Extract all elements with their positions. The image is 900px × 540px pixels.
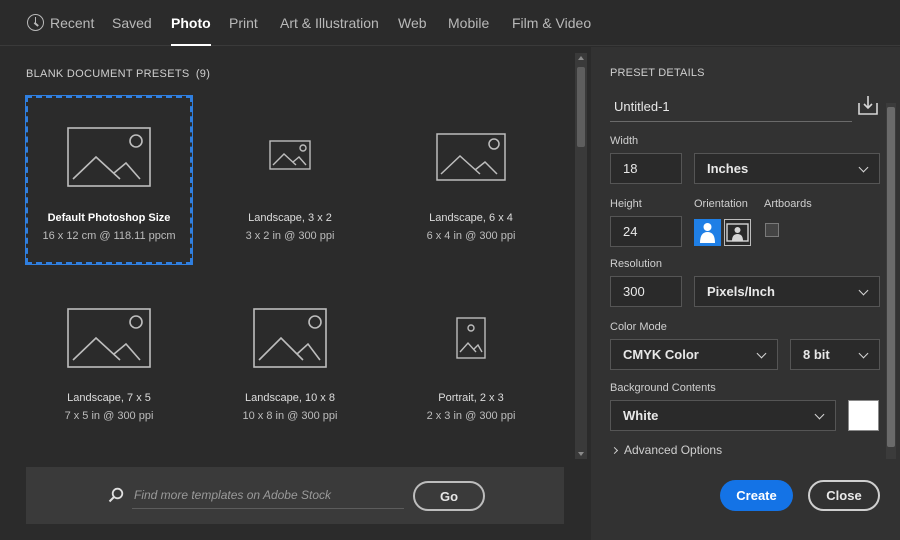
preset-name: Landscape, 3 x 2 [248,212,332,224]
resolution-label: Resolution [610,258,662,270]
tab-saved[interactable]: Saved [112,0,152,46]
bit-depth-value: 8 bit [803,347,830,362]
preset-name: Landscape, 10 x 8 [245,392,335,404]
tab-art-illustration[interactable]: Art & Illustration [280,0,379,46]
preset-name: Portrait, 2 x 3 [438,392,504,404]
save-preset-icon[interactable] [857,94,879,116]
advanced-options-toggle[interactable]: Advanced Options [610,443,723,457]
image-portrait-icon [456,317,486,359]
chevron-right-icon [610,446,619,455]
image-landscape-icon [436,133,506,181]
preset-name: Default Photoshop Size [47,212,171,224]
preset-portrait-2x3[interactable]: Portrait, 2 x 3 2 x 3 in @ 300 ppi [388,279,554,447]
width-input[interactable] [610,153,682,184]
tab-print[interactable]: Print [229,0,258,46]
presets-title: BLANK DOCUMENT PRESETS [26,68,190,80]
stock-search-input[interactable] [132,481,404,509]
preset-dimensions: 10 x 8 in @ 300 ppi [242,410,338,422]
stock-search-bar: Go [26,467,564,524]
category-tabs: Recent Saved Photo Print Art & Illustrat… [0,0,900,46]
width-label: Width [610,135,639,147]
details-scrollbar[interactable] [886,103,896,459]
resolution-unit-select[interactable]: Pixels/Inch [694,276,880,307]
preset-dimensions: 2 x 3 in @ 300 ppi [426,410,516,422]
background-contents-value: White [623,408,659,423]
color-mode-label: Color Mode [610,321,667,333]
document-name-input[interactable] [610,92,852,122]
artboards-label: Artboards [764,198,812,210]
image-landscape-icon [269,140,311,170]
presets-heading: BLANK DOCUMENT PRESETS (9) [26,68,210,80]
background-color-swatch[interactable] [848,400,879,431]
orientation-landscape-button[interactable] [724,219,751,246]
presets-scrollbar[interactable] [575,53,587,459]
preset-dimensions: 6 x 4 in @ 300 ppi [426,230,516,242]
clock-icon [27,14,44,31]
scroll-up-arrow-icon[interactable] [578,56,584,60]
preset-dimensions: 7 x 5 in @ 300 ppi [64,410,154,422]
resolution-unit-value: Pixels/Inch [707,284,775,299]
advanced-options-label: Advanced Options [624,443,723,457]
preset-details-panel: PRESET DETAILS Width Inches Height Orien… [591,47,900,540]
height-label: Height [610,198,642,210]
chevron-down-icon [858,348,869,359]
tab-web[interactable]: Web [398,0,427,46]
background-contents-select[interactable]: White [610,400,836,431]
preset-name: Landscape, 7 x 5 [67,392,151,404]
scroll-down-arrow-icon[interactable] [578,452,584,456]
orientation-portrait-button[interactable] [694,219,721,246]
preset-landscape-6x4[interactable]: Landscape, 6 x 4 6 x 4 in @ 300 ppi [388,96,554,264]
tab-film-video[interactable]: Film & Video [512,0,591,46]
orientation-label: Orientation [694,198,748,210]
search-icon [108,487,124,503]
close-button[interactable]: Close [808,480,880,511]
portrait-person-icon [700,223,715,243]
preset-default-photoshop-size[interactable]: Default Photoshop Size 16 x 12 cm @ 118.… [25,95,193,265]
scrollbar-thumb[interactable] [577,67,585,147]
bit-depth-select[interactable]: 8 bit [790,339,880,370]
width-unit-value: Inches [707,161,749,176]
preset-landscape-10x8[interactable]: Landscape, 10 x 8 10 x 8 in @ 300 ppi [207,279,373,447]
chevron-down-icon [756,348,767,359]
preset-dimensions: 16 x 12 cm @ 118.11 ppcm [42,230,176,242]
preset-landscape-7x5[interactable]: Landscape, 7 x 5 7 x 5 in @ 300 ppi [26,279,192,447]
background-contents-label: Background Contents [610,382,716,394]
preset-name: Landscape, 6 x 4 [429,212,513,224]
preset-dimensions: 3 x 2 in @ 300 ppi [245,230,335,242]
width-unit-select[interactable]: Inches [694,153,880,184]
preset-details-title: PRESET DETAILS [610,67,705,79]
preset-landscape-3x2[interactable]: Landscape, 3 x 2 3 x 2 in @ 300 ppi [207,96,373,264]
presets-panel: BLANK DOCUMENT PRESETS (9) Default Photo… [0,47,591,540]
landscape-person-icon [726,223,749,242]
chevron-down-icon [814,409,825,420]
artboards-checkbox[interactable] [765,223,779,237]
resolution-input[interactable] [610,276,682,307]
color-mode-select[interactable]: CMYK Color [610,339,778,370]
scrollbar-thumb[interactable] [887,107,895,447]
go-button[interactable]: Go [413,481,485,511]
create-button[interactable]: Create [720,480,793,511]
image-landscape-icon [253,308,327,368]
image-landscape-icon [67,127,151,187]
tab-recent[interactable]: Recent [50,0,94,46]
chevron-down-icon [858,162,869,173]
presets-count: (9) [195,68,211,80]
tab-photo[interactable]: Photo [171,0,211,46]
color-mode-value: CMYK Color [623,347,699,362]
tab-mobile[interactable]: Mobile [448,0,489,46]
image-landscape-icon [67,308,151,368]
height-input[interactable] [610,216,682,247]
chevron-down-icon [858,285,869,296]
